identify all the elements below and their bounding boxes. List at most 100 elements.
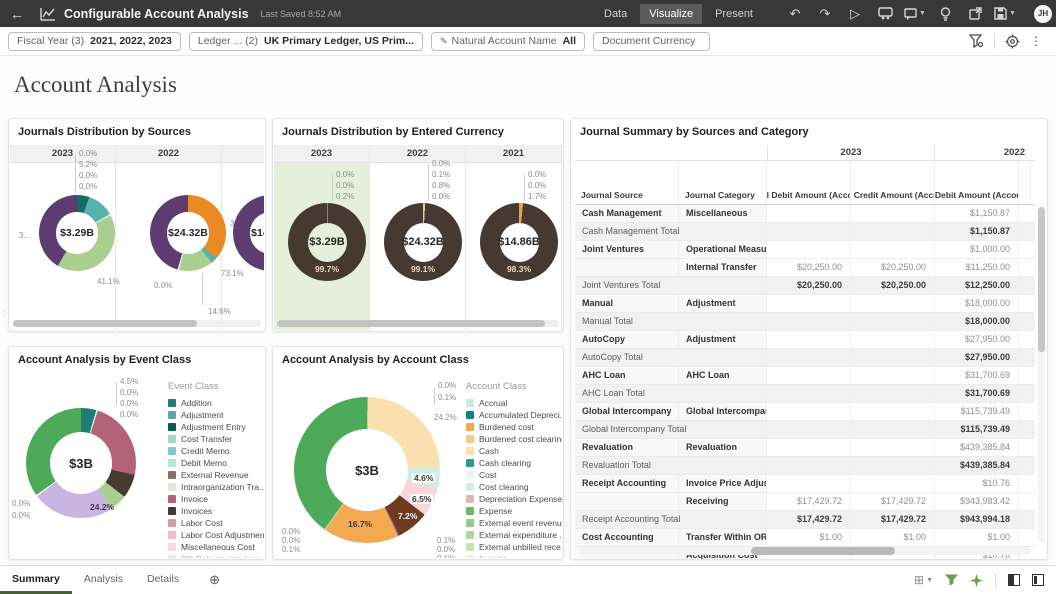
year-column-header[interactable]: 2022 — [116, 145, 221, 163]
legend-item[interactable]: Depreciation Expense — [466, 493, 562, 505]
column-header[interactable]: Journal Debit Amount (Accounted) — [767, 161, 851, 204]
table-row[interactable]: Manual Total$18,000.00 — [575, 313, 1035, 331]
table-row[interactable]: Global IntercompanyGlobal Intercompany$1… — [575, 403, 1035, 421]
legend-item[interactable]: Adjustment Entry — [168, 421, 264, 433]
kebab-menu-icon[interactable]: ⋮ — [1030, 34, 1042, 48]
tab-present[interactable]: Present — [706, 4, 762, 24]
table-row[interactable]: Joint Ventures Total$20,250.00$20,250.00… — [575, 277, 1035, 295]
donut-chart[interactable]: $3.29B99.7% — [288, 203, 366, 281]
legend-item[interactable]: Labor Cost — [168, 517, 264, 529]
legend-item[interactable]: Invoices — [168, 505, 264, 517]
panel-layout-bar-icon[interactable] — [1032, 574, 1044, 586]
table-row[interactable]: Receipt Accounting Total$17,429.72$17,42… — [575, 511, 1035, 529]
panel-layout-left-icon[interactable] — [1008, 574, 1020, 586]
canvas-tab-details[interactable]: Details — [135, 566, 191, 594]
donut-chart[interactable]: $3B — [26, 408, 136, 518]
donut-chart[interactable]: $14.86B — [233, 195, 264, 271]
column-header[interactable]: Journal Credit Amount (Accounted) — [851, 161, 935, 204]
insights-bulb-icon[interactable] — [930, 0, 960, 27]
table-row[interactable]: Receiving$17,429.72$17,429.72$943,983.42 — [575, 493, 1035, 511]
legend-item[interactable]: Addition — [168, 397, 264, 409]
tab-data[interactable]: Data — [595, 4, 636, 24]
table-row[interactable]: Internal Transfer$20,250.00$20,250.00$11… — [575, 259, 1035, 277]
legend-item[interactable]: PO Delivery into Inve... — [168, 553, 264, 558]
legend-item[interactable]: Accrual — [466, 397, 562, 409]
canvas-filter-icon[interactable] — [945, 574, 958, 586]
legend-item[interactable]: Miscellaneous Cost — [168, 541, 264, 553]
undo-icon[interactable]: ↶ — [780, 0, 810, 27]
settings-gear-icon[interactable] — [1005, 34, 1020, 49]
legend-item[interactable]: Cost Transfer — [168, 433, 264, 445]
comment-icon[interactable]: ▼ — [900, 0, 930, 27]
table-row[interactable]: Revaluation Total$439,385.84 — [575, 457, 1035, 475]
table-horizontal-scrollbar[interactable] — [579, 547, 1031, 555]
table-row[interactable]: AutoCopyAdjustment$27,950.00 — [575, 331, 1035, 349]
year-column-header[interactable]: 2023 — [10, 145, 115, 163]
legend-item[interactable]: Invoice — [168, 493, 264, 505]
scrollbar-thumb[interactable] — [13, 320, 197, 327]
legend-item[interactable]: Cash — [466, 445, 562, 457]
table-row[interactable]: Receipt AccountingInvoice Price Adjust$1… — [575, 475, 1035, 493]
table-row[interactable]: AHC Loan Total$31,700.69 — [575, 385, 1035, 403]
legend-item[interactable]: Cost — [466, 469, 562, 481]
chart-horizontal-scrollbar[interactable] — [13, 320, 261, 327]
table-row[interactable]: Global Intercompany Total$115,739.49 — [575, 421, 1035, 439]
donut-chart[interactable]: $24.32B — [150, 195, 226, 271]
legend-item[interactable]: Cost clearing — [466, 481, 562, 493]
legend-item[interactable]: Freight — [466, 553, 562, 558]
column-header[interactable]: Journal Category — [679, 161, 767, 204]
column-header[interactable]: Journal Debit Amount (Accounted)▲ — [935, 161, 1019, 204]
legend-item[interactable]: External event revenue — [466, 517, 562, 529]
filter-settings-icon[interactable] — [969, 34, 984, 48]
panel-drag-handle[interactable]: ⋮⋮ — [0, 310, 8, 334]
year-column-header[interactable]: 2023 — [274, 145, 369, 163]
legend-item[interactable]: Cash clearing — [466, 457, 562, 469]
legend-item[interactable]: Intraorganization Tra... — [168, 481, 264, 493]
auto-insights-icon[interactable] — [970, 574, 983, 587]
table-row[interactable]: Cost AccountingTransfer Within ORG$1.00$… — [575, 529, 1035, 547]
save-icon[interactable]: ▼ — [990, 0, 1020, 27]
legend-item[interactable]: External expenditure ... — [466, 529, 562, 541]
back-arrow-icon[interactable]: ← — [0, 6, 34, 22]
year-column-header[interactable]: 2021 — [222, 145, 264, 163]
legend-item[interactable]: Expense — [466, 505, 562, 517]
canvas-tab-analysis[interactable]: Analysis — [72, 566, 135, 594]
redo-icon[interactable]: ↷ — [810, 0, 840, 27]
layout-grid-icon[interactable]: ⊞▼ — [914, 573, 933, 587]
play-icon[interactable]: ▷ — [840, 0, 870, 27]
legend-item[interactable]: Credit Memo — [168, 445, 264, 457]
legend-item[interactable]: Labor Cost Adjustment — [168, 529, 264, 541]
add-canvas-icon[interactable]: ⊕ — [209, 572, 220, 588]
legend-item[interactable]: Burdened cost — [466, 421, 562, 433]
chart-horizontal-scrollbar[interactable] — [277, 320, 559, 327]
tab-visualize[interactable]: Visualize — [640, 4, 702, 24]
legend-item[interactable]: Adjustment — [168, 409, 264, 421]
donut-chart[interactable]: $14.86B98.3% — [480, 203, 558, 281]
scrollbar-thumb[interactable] — [277, 320, 545, 327]
table-row[interactable]: AHC LoanAHC Loan$31,700.69 — [575, 367, 1035, 385]
export-icon[interactable] — [960, 0, 990, 27]
legend-item[interactable]: External Revenue — [168, 469, 264, 481]
table-row[interactable]: Cash ManagementMiscellaneous$1,150.87 — [575, 205, 1035, 223]
table-row[interactable]: Joint VenturesOperational Measure$1,000.… — [575, 241, 1035, 259]
legend-item[interactable]: External unbilled rece... — [466, 541, 562, 553]
refresh-data-icon[interactable] — [870, 0, 900, 27]
table-vertical-scrollbar[interactable] — [1038, 207, 1045, 543]
year-column-header[interactable]: 2021 — [466, 145, 561, 163]
filter-chip[interactable]: Document Currency — [593, 32, 710, 51]
scrollbar-thumb[interactable] — [751, 547, 896, 555]
canvas-tab-summary[interactable]: Summary — [0, 566, 72, 594]
scrollbar-thumb[interactable] — [1038, 207, 1045, 352]
year-column-header[interactable]: 2022 — [370, 145, 465, 163]
legend-item[interactable]: Debit Memo — [168, 457, 264, 469]
filter-chip[interactable]: Fiscal Year (3)2021, 2022, 2023 — [8, 32, 181, 51]
donut-chart[interactable]: $3.29B — [39, 195, 115, 271]
table-row[interactable]: ManualAdjustment$18,000.00 — [575, 295, 1035, 313]
donut-chart[interactable]: $24.32B99.1% — [384, 203, 462, 281]
table-row[interactable]: RevaluationRevaluation$439,385.84 — [575, 439, 1035, 457]
filter-chip[interactable]: ✎Natural Account NameAll — [431, 32, 585, 51]
legend-item[interactable]: Burdened cost clearing — [466, 433, 562, 445]
avatar[interactable]: JH — [1034, 5, 1052, 23]
table-row[interactable]: Cash Management Total$1,150.87 — [575, 223, 1035, 241]
table-row[interactable]: AutoCopy Total$27,950.00 — [575, 349, 1035, 367]
